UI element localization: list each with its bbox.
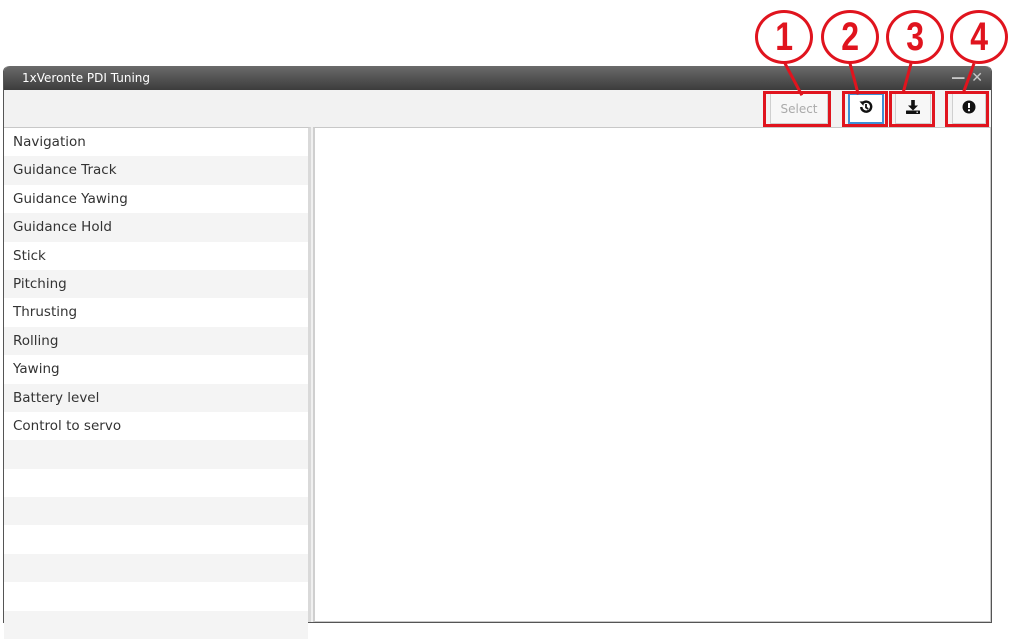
- sidebar-item-yawing[interactable]: Yawing: [4, 355, 308, 383]
- sidebar-item-thrusting[interactable]: Thrusting: [4, 298, 308, 326]
- highlight-download: [889, 91, 935, 127]
- empty-row: [4, 440, 308, 469]
- sidebar-item-navigation[interactable]: Navigation: [4, 128, 308, 156]
- sidebar-item-battery-level[interactable]: Battery level: [4, 383, 308, 412]
- window-title: 1xVeronte PDI Tuning: [22, 71, 151, 85]
- sidebar-item-stick[interactable]: Stick: [4, 242, 308, 270]
- empty-row: [4, 497, 308, 526]
- pdi-tuning-window: 1xVeronte PDI Tuning — ✕ Select Navigati…: [3, 66, 992, 639]
- highlight-select: [763, 91, 831, 127]
- callout-4: 4: [950, 10, 1008, 64]
- empty-row: [4, 582, 308, 610]
- callout-2: 2: [821, 10, 879, 64]
- empty-row: [4, 610, 308, 639]
- sidebar-item-guidance-hold[interactable]: Guidance Hold: [4, 213, 308, 242]
- sidebar-list: Navigation Guidance Track Guidance Yawin…: [4, 127, 311, 639]
- empty-row: [4, 553, 308, 583]
- highlight-reload: [842, 91, 888, 127]
- toolbar: Select: [4, 90, 991, 127]
- sidebar-item-pitching[interactable]: Pitching: [4, 269, 308, 299]
- callout-1: 1: [755, 10, 813, 64]
- empty-row: [4, 469, 308, 497]
- sidebar-item-rolling[interactable]: Rolling: [4, 326, 308, 356]
- callout-3: 3: [886, 10, 944, 64]
- close-button[interactable]: ✕: [971, 70, 983, 86]
- minimize-button[interactable]: —: [951, 70, 965, 86]
- title-bar: 1xVeronte PDI Tuning — ✕: [4, 66, 991, 90]
- sidebar-item-guidance-track[interactable]: Guidance Track: [4, 156, 308, 185]
- highlight-info: [945, 91, 989, 127]
- content-panel: [313, 127, 991, 622]
- sidebar-item-guidance-yawing[interactable]: Guidance Yawing: [4, 185, 308, 213]
- sidebar-item-control-to-servo[interactable]: Control to servo: [4, 412, 308, 440]
- empty-row: [4, 525, 308, 553]
